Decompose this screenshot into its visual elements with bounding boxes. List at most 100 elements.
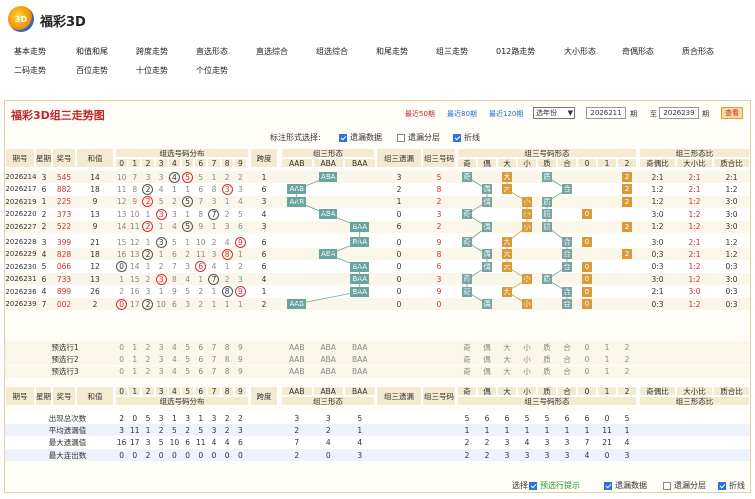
opt-missing-layer-bottom[interactable]: 遗漏分层 — [663, 480, 706, 491]
dist-value: 10 — [156, 299, 166, 309]
preselect-digit[interactable]: 0 — [115, 366, 128, 378]
opt-missing-data-bottom[interactable]: 遗漏数据 — [604, 480, 647, 491]
preselect-shape[interactable]: 偶 — [477, 366, 497, 378]
preselect-digit[interactable]: 3 — [155, 353, 168, 365]
preselect-shape[interactable]: 小 — [517, 341, 537, 353]
preselect-digit[interactable]: 8 — [221, 353, 234, 365]
preselect-digit[interactable]: 2 — [141, 341, 154, 353]
preselect-digit[interactable]: 5 — [181, 341, 194, 353]
nav-item-11[interactable]: 质合形态 — [682, 46, 714, 57]
nav-item-0[interactable]: 基本走势 — [14, 46, 46, 57]
opt-preselect-hint[interactable]: 预选行提示 — [529, 480, 580, 491]
to-issue-input[interactable]: 2026239 — [659, 107, 699, 119]
nav-item-12[interactable]: 二码走势 — [14, 65, 46, 76]
link-recent-120[interactable]: 最近120期 — [489, 109, 523, 119]
preselect-digit[interactable]: 5 — [181, 353, 194, 365]
opt-polyline[interactable]: 折线 — [453, 132, 480, 143]
preselect-shape[interactable]: 质 — [537, 353, 557, 365]
nav-item-8[interactable]: 012路走势 — [496, 46, 535, 57]
nav-item-5[interactable]: 组选综合 — [316, 46, 348, 57]
preselect-form[interactable]: BAA — [344, 353, 376, 365]
nav-item-9[interactable]: 大小形态 — [564, 46, 596, 57]
preselect-digit[interactable]: 0 — [115, 353, 128, 365]
preselect-form[interactable]: AAB — [281, 366, 313, 378]
nav-item-7[interactable]: 组三走势 — [436, 46, 468, 57]
preselect-digit[interactable]: 6 — [194, 341, 207, 353]
preselect-digit[interactable]: 7 — [207, 366, 220, 378]
preselect-shape[interactable]: 大 — [497, 366, 517, 378]
nav-item-6[interactable]: 和尾走势 — [376, 46, 408, 57]
shape-tag: 2 — [622, 172, 632, 182]
preselect-shape[interactable]: 小 — [517, 366, 537, 378]
preselect-shape[interactable]: 合 — [557, 341, 577, 353]
preselect-shape[interactable]: 质 — [537, 366, 557, 378]
preselect-digit[interactable]: 7 — [207, 341, 220, 353]
stats-form: 1 — [357, 425, 363, 435]
preselect-form[interactable]: ABA — [313, 366, 345, 378]
preselect-digit[interactable]: 7 — [207, 353, 220, 365]
nav-item-3[interactable]: 直选形态 — [196, 46, 228, 57]
preselect-digit[interactable]: 3 — [155, 366, 168, 378]
nav-item-15[interactable]: 个位走势 — [196, 65, 228, 76]
preselect-shape[interactable]: 奇 — [457, 353, 477, 365]
preselect-form[interactable]: BAA — [344, 341, 376, 353]
preselect-digit[interactable]: 2 — [141, 353, 154, 365]
preselect-form[interactable]: ABA — [313, 341, 345, 353]
nav-item-4[interactable]: 直选综合 — [256, 46, 288, 57]
opt-missing-layer[interactable]: 遗漏分层 — [397, 132, 440, 143]
preselect-shape[interactable]: 质 — [537, 341, 557, 353]
preselect-shape[interactable]: 大 — [497, 353, 517, 365]
link-recent-50[interactable]: 最近50期 — [405, 109, 435, 119]
preselect-digit[interactable]: 3 — [155, 341, 168, 353]
preselect-shape[interactable]: 大 — [497, 341, 517, 353]
preselect-digit[interactable]: 4 — [168, 353, 181, 365]
opt-polyline-bottom[interactable]: 折线 — [718, 480, 745, 491]
preselect-form[interactable]: AAB — [281, 353, 313, 365]
preselect-digit[interactable]: 8 — [221, 366, 234, 378]
preselect-shape[interactable]: 合 — [557, 366, 577, 378]
preselect-shape[interactable]: 0 — [577, 341, 597, 353]
preselect-shape[interactable]: 2 — [617, 353, 637, 365]
link-recent-80[interactable]: 最近80期 — [447, 109, 477, 119]
preselect-digit[interactable]: 6 — [194, 366, 207, 378]
preselect-shape[interactable]: 1 — [597, 353, 617, 365]
preselect-shape[interactable]: 偶 — [477, 341, 497, 353]
opt-missing-data[interactable]: 遗漏数据 — [339, 132, 382, 143]
preselect-form[interactable]: BAA — [344, 366, 376, 378]
nav-item-10[interactable]: 奇偶形态 — [622, 46, 654, 57]
preselect-digit[interactable]: 4 — [168, 341, 181, 353]
preselect-digit[interactable]: 5 — [181, 366, 194, 378]
preselect-form[interactable]: ABA — [313, 353, 345, 365]
preselect-shape[interactable]: 2 — [617, 366, 637, 378]
preselect-shape[interactable]: 2 — [617, 341, 637, 353]
preselect-form[interactable]: AAB — [281, 341, 313, 353]
preselect-shape[interactable]: 奇 — [457, 366, 477, 378]
preselect-digit[interactable]: 1 — [128, 341, 141, 353]
nav-item-1[interactable]: 和值和尾 — [76, 46, 108, 57]
from-issue-input[interactable]: 2026211 — [586, 107, 626, 119]
preselect-shape[interactable]: 1 — [597, 366, 617, 378]
preselect-shape[interactable]: 小 — [517, 353, 537, 365]
dist-cell: 1 — [207, 221, 220, 233]
preselect-digit[interactable]: 9 — [234, 366, 247, 378]
preselect-shape[interactable]: 0 — [577, 366, 597, 378]
nav-item-2[interactable]: 跨度走势 — [136, 46, 168, 57]
preselect-digit[interactable]: 2 — [141, 366, 154, 378]
preselect-shape[interactable]: 0 — [577, 353, 597, 365]
preselect-shape[interactable]: 偶 — [477, 353, 497, 365]
preselect-digit[interactable]: 9 — [234, 353, 247, 365]
preselect-digit[interactable]: 1 — [128, 353, 141, 365]
preselect-shape[interactable]: 合 — [557, 353, 577, 365]
nav-item-14[interactable]: 十位走势 — [136, 65, 168, 76]
preselect-digit[interactable]: 4 — [168, 366, 181, 378]
preselect-digit[interactable]: 0 — [115, 341, 128, 353]
preselect-shape[interactable]: 奇 — [457, 341, 477, 353]
preselect-shape[interactable]: 1 — [597, 341, 617, 353]
preselect-digit[interactable]: 8 — [221, 341, 234, 353]
preselect-digit[interactable]: 9 — [234, 341, 247, 353]
year-select[interactable]: 选年份 ▼ — [533, 107, 575, 119]
preselect-digit[interactable]: 6 — [194, 353, 207, 365]
preselect-digit[interactable]: 1 — [128, 366, 141, 378]
nav-item-13[interactable]: 百位走势 — [76, 65, 108, 76]
query-button[interactable]: 查看 — [721, 107, 743, 119]
